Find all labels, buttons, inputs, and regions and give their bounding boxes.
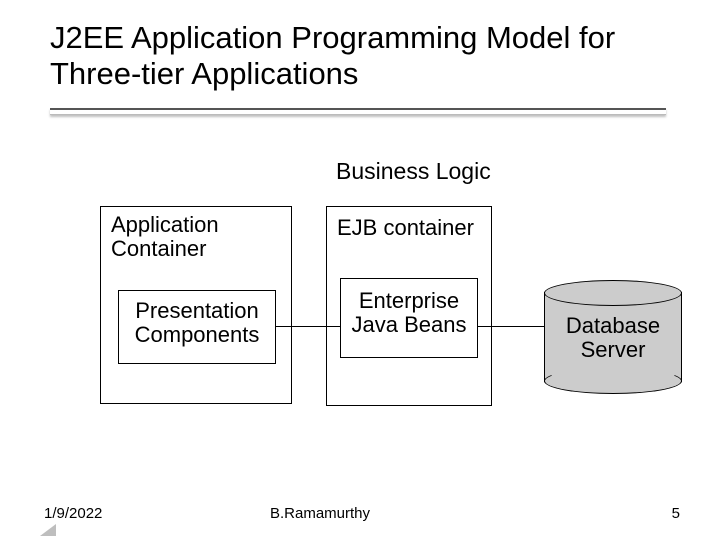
database-cylinder-top [544,280,682,306]
footer-author: B.Ramamurthy [270,505,370,522]
section-label-business-logic: Business Logic [336,158,491,185]
footer-date: 1/9/2022 [44,505,102,522]
slide-title: J2EE Application Programming Model for T… [50,20,680,91]
connector-presentation-to-ejb [276,326,340,327]
title-underline [50,108,666,115]
database-label: DatabaseServer [544,314,682,362]
application-container-label: ApplicationContainer [111,213,219,261]
connector-ejb-to-database [478,326,544,327]
ejb-beans-box: EnterpriseJava Beans [340,278,478,358]
presentation-components-box: PresentationComponents [118,290,276,364]
corner-notch-icon [40,524,56,536]
database-cylinder-bottom [544,368,682,394]
footer-slide-number: 5 [672,505,680,522]
presentation-components-label: PresentationComponents [119,299,275,347]
ejb-beans-label: EnterpriseJava Beans [341,289,477,337]
ejb-container-label: EJB container [337,215,474,241]
database-cylinder: DatabaseServer [544,280,682,394]
